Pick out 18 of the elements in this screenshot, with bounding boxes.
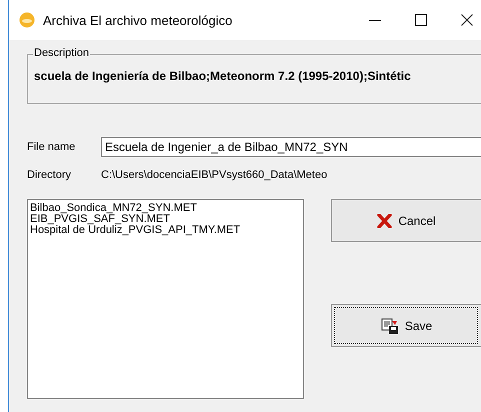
- close-icon[interactable]: [461, 14, 473, 26]
- save-document-icon: [380, 318, 399, 334]
- directory-path: C:\Users\docenciaEIB\PVsyst660_Data\Meteo: [101, 169, 328, 181]
- file-list-item[interactable]: Bilbao_Sondica_MN72_SYN.MET: [30, 203, 301, 214]
- app-logo-icon: [19, 12, 35, 28]
- file-list-item[interactable]: EIB_PVGIS_SAF_SYN.MET: [30, 214, 301, 225]
- description-label: Description: [33, 47, 90, 59]
- directory-label: Directory: [27, 169, 72, 181]
- description-text: scuela de Ingeniería de Bilbao;Meteonorm 7.2 (1995-2010);Sintétic: [34, 69, 411, 83]
- file-name-label: File name: [27, 141, 76, 153]
- file-list-item[interactable]: Hospital de Urduliz_PVGIS_API_TMY.MET: [30, 225, 301, 236]
- file-name-field[interactable]: Escuela de Ingenier_a de Bilbao_MN72_SYN: [101, 137, 481, 157]
- window-title: Archiva El archivo meteorológico: [43, 12, 232, 28]
- save-button[interactable]: Save: [331, 304, 481, 347]
- file-list[interactable]: Bilbao_Sondica_MN72_SYN.MET EIB_PVGIS_SAF_SYN.MET Hospital de Urduliz_PVGIS_API_TMY.MET: [27, 199, 304, 399]
- maximize-icon[interactable]: [415, 14, 427, 26]
- cross-icon: [377, 214, 392, 228]
- cancel-button[interactable]: Cancel: [331, 199, 481, 242]
